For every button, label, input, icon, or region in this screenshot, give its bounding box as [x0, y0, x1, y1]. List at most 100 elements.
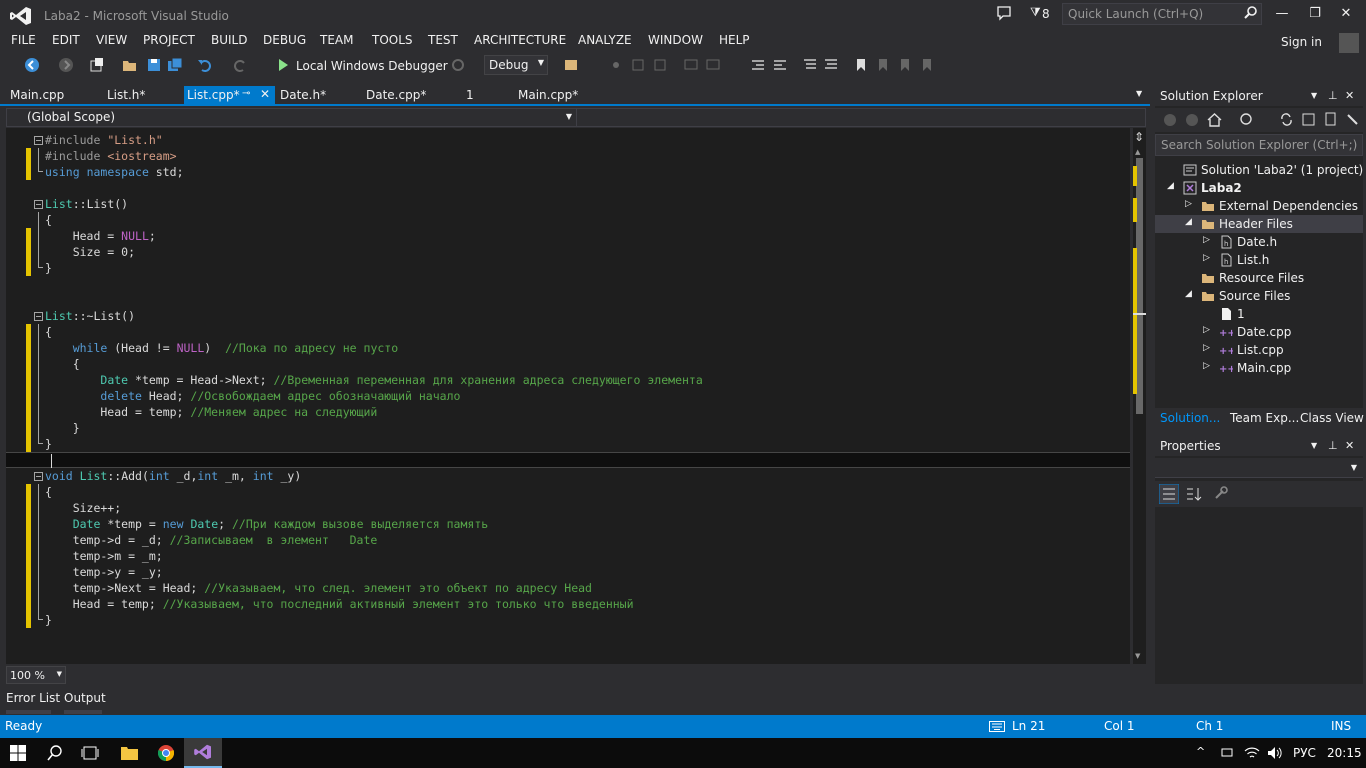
- scroll-up-icon[interactable]: ▲: [1135, 148, 1140, 156]
- bookmark-icon[interactable]: [853, 57, 869, 73]
- code-line[interactable]: while (Head != NULL) //Пока по адресу не…: [6, 340, 1130, 356]
- tree-node-main-cpp[interactable]: ▷ ++ Main.cpp: [1155, 359, 1363, 377]
- code-line[interactable]: }: [6, 436, 1130, 452]
- pin-icon[interactable]: ⊥: [1328, 89, 1338, 102]
- zoom-select[interactable]: 100 % ▼: [6, 666, 66, 684]
- indent-icon[interactable]: [750, 57, 766, 73]
- alphabetical-icon[interactable]: [1183, 484, 1203, 504]
- code-line[interactable]: Size = 0;: [6, 244, 1130, 260]
- minimize-button[interactable]: —: [1272, 6, 1292, 22]
- sign-in-link[interactable]: Sign in: [1281, 35, 1322, 49]
- expanded-arrow-icon[interactable]: ◢: [1167, 181, 1174, 191]
- clock[interactable]: 20:15: [1327, 746, 1362, 760]
- code-line[interactable]: List::List(): [6, 196, 1130, 212]
- windows-start-icon[interactable]: [10, 745, 26, 761]
- show-all-files-icon[interactable]: [1323, 112, 1338, 127]
- code-line[interactable]: #include <iostream>: [6, 148, 1130, 164]
- volume-icon[interactable]: [1267, 746, 1283, 760]
- prev-bookmark-icon[interactable]: [875, 57, 891, 73]
- tree-node-list-h[interactable]: ▷ h List.h: [1155, 251, 1363, 269]
- home-icon[interactable]: [1207, 112, 1222, 127]
- code-line[interactable]: [6, 276, 1130, 292]
- code-line[interactable]: temp->Next = Head; //Указываем, что след…: [6, 580, 1130, 596]
- find-in-files-icon[interactable]: [563, 57, 579, 73]
- split-view-icon[interactable]: ⇕: [1134, 130, 1146, 144]
- maximize-button[interactable]: ❐: [1305, 6, 1325, 22]
- tab-date-cpp[interactable]: Date.cpp*: [356, 86, 456, 106]
- file-explorer-task[interactable]: [110, 738, 148, 768]
- tab-solution-explorer[interactable]: Solution...: [1160, 411, 1220, 425]
- menu-analyze[interactable]: ANALYZE: [578, 33, 632, 47]
- tab-error-list[interactable]: Error List: [3, 691, 63, 705]
- tree-node-header-files[interactable]: ◢ Header Files: [1155, 215, 1363, 233]
- code-line[interactable]: List::~List(): [6, 308, 1130, 324]
- sync-icon[interactable]: [1279, 112, 1294, 127]
- search-icon[interactable]: [1244, 5, 1258, 19]
- filter-icon[interactable]: ⧩: [1030, 5, 1041, 20]
- navigate-back-icon[interactable]: [24, 57, 40, 73]
- pin-icon[interactable]: ⊥: [1328, 439, 1338, 452]
- start-debugging-button[interactable]: Local Windows Debugger: [274, 56, 448, 76]
- code-line[interactable]: {: [6, 484, 1130, 500]
- menu-file[interactable]: FILE: [11, 33, 36, 47]
- format-icon[interactable]: [802, 57, 818, 73]
- vertical-scrollbar[interactable]: ▲ ▼: [1133, 128, 1146, 664]
- collapsed-arrow-icon[interactable]: ▷: [1203, 343, 1210, 353]
- panel-menu-icon[interactable]: ▼: [1311, 91, 1317, 100]
- notification-icon[interactable]: [996, 5, 1012, 21]
- code-line[interactable]: [6, 292, 1130, 308]
- expanded-arrow-icon[interactable]: ◢: [1185, 289, 1192, 299]
- open-file-icon[interactable]: [122, 57, 138, 73]
- pending-changes-filter-icon[interactable]: [1239, 112, 1254, 127]
- step-into-icon[interactable]: [630, 57, 646, 73]
- tab-list-h[interactable]: List.h*: [97, 86, 183, 106]
- menu-window[interactable]: WINDOW: [648, 33, 703, 47]
- code-line[interactable]: }: [6, 612, 1130, 628]
- code-line[interactable]: Head = temp; //Меняем адрес на следующий: [6, 404, 1130, 420]
- panel-menu-icon[interactable]: ▼: [1311, 441, 1317, 450]
- menu-view[interactable]: VIEW: [96, 33, 127, 47]
- menu-debug[interactable]: DEBUG: [263, 33, 306, 47]
- code-line[interactable]: temp->y = _y;: [6, 564, 1130, 580]
- menu-tools[interactable]: TOOLS: [372, 33, 413, 47]
- menu-test[interactable]: TEST: [428, 33, 458, 47]
- scroll-down-icon[interactable]: ▼: [1135, 652, 1140, 660]
- code-editor[interactable]: #include "List.h" #include <iostream> usin…: [6, 128, 1130, 664]
- scrollbar-thumb[interactable]: [1136, 158, 1143, 414]
- close-panel-icon[interactable]: ✕: [1345, 439, 1354, 452]
- code-line[interactable]: {: [6, 356, 1130, 372]
- task-view-icon[interactable]: [81, 745, 99, 761]
- code-line[interactable]: #include "List.h": [6, 132, 1130, 148]
- menu-project[interactable]: PROJECT: [143, 33, 195, 47]
- search-icon[interactable]: [47, 745, 63, 761]
- tab-overflow-icon[interactable]: ▼: [1136, 89, 1142, 98]
- code-line[interactable]: Size++;: [6, 500, 1130, 516]
- breakpoint-tool-icon[interactable]: [608, 57, 624, 73]
- menu-team[interactable]: TEAM: [320, 33, 353, 47]
- solution-configuration-select[interactable]: Debug ▼: [484, 55, 548, 75]
- current-code-line[interactable]: [6, 452, 1130, 468]
- account-icon[interactable]: [1339, 33, 1359, 53]
- code-line[interactable]: using namespace std;: [6, 164, 1130, 180]
- expanded-arrow-icon[interactable]: ◢: [1185, 217, 1192, 227]
- collapse-all-icon[interactable]: [1301, 112, 1316, 127]
- tab-date-h[interactable]: Date.h*: [270, 86, 356, 106]
- collapsed-arrow-icon[interactable]: ▷: [1203, 235, 1210, 245]
- tab-list-cpp[interactable]: List.cpp* ⊸ ✕: [184, 86, 275, 106]
- step-over-icon[interactable]: [652, 57, 668, 73]
- tree-node-1[interactable]: 1: [1155, 305, 1363, 323]
- code-line[interactable]: {: [6, 324, 1130, 340]
- clear-bookmarks-icon[interactable]: [919, 57, 935, 73]
- tab-1[interactable]: 1: [456, 86, 508, 106]
- tab-team-explorer[interactable]: Team Exp...: [1230, 411, 1299, 425]
- code-line[interactable]: Head = temp; //Указываем, что последний …: [6, 596, 1130, 612]
- code-line[interactable]: }: [6, 420, 1130, 436]
- navigate-forward-icon[interactable]: [58, 57, 74, 73]
- format-selection-icon[interactable]: [823, 57, 839, 73]
- save-all-icon[interactable]: [167, 57, 183, 73]
- solution-explorer-search-input[interactable]: Search Solution Explorer (Ctrl+;): [1155, 134, 1363, 156]
- quick-launch-input[interactable]: Quick Launch (Ctrl+Q): [1062, 3, 1262, 25]
- collapse-region-icon[interactable]: [34, 472, 43, 481]
- undo-icon[interactable]: [197, 57, 213, 73]
- network-adapter-icon[interactable]: [1220, 746, 1234, 760]
